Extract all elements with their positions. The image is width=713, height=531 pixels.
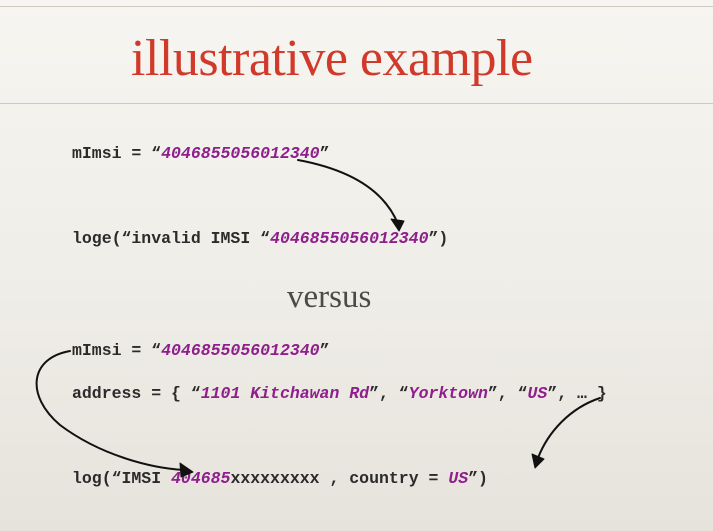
curved-arrow-icon <box>531 397 601 469</box>
code-text: mImsi = “ <box>72 144 162 163</box>
code-text: address = { “ <box>72 384 201 403</box>
title-rule <box>0 103 713 104</box>
city-value: Yorktown <box>408 384 488 403</box>
code-line-address: address = { “1101 Kitchawan Rd”, “Yorkto… <box>72 384 607 404</box>
code-text: loge(“invalid IMSI “ <box>72 229 271 248</box>
curved-arrow-icon <box>297 159 405 232</box>
top-rule <box>0 6 713 7</box>
country-value: US <box>527 384 548 403</box>
code-text: , country = <box>319 469 449 488</box>
code-text: ”) <box>468 469 488 488</box>
code-text: ”) <box>428 229 449 248</box>
versus-label: versus <box>287 279 372 315</box>
imsi-value: 4046855056012340 <box>270 229 429 248</box>
code-text: ” <box>319 144 330 163</box>
imsi-value: 4046855056012340 <box>161 341 320 360</box>
imsi-prefix-value: 404685 <box>171 469 231 488</box>
imsi-value: 4046855056012340 <box>161 144 320 163</box>
code-text: mImsi = “ <box>72 341 162 360</box>
code-text: log(“IMSI <box>72 469 172 488</box>
code-line-top-log: loge(“invalid IMSI “4046855056012340”) <box>72 229 448 249</box>
slide-title: illustrative example <box>131 30 533 87</box>
code-text: ”, … } <box>547 384 607 403</box>
masked-digits: xxxxxxxxx <box>230 469 320 488</box>
code-text: ” <box>319 341 330 360</box>
code-line-bottom-log: log(“IMSI 404685xxxxxxxxx , country = US… <box>72 469 488 489</box>
street-value: 1101 Kitchawan Rd <box>200 384 370 403</box>
code-line-bottom-assignment: mImsi = “4046855056012340” <box>72 341 329 361</box>
code-text: ”, “ <box>369 384 409 403</box>
code-line-top-assignment: mImsi = “4046855056012340” <box>72 144 329 164</box>
country-value: US <box>448 469 469 488</box>
code-text: ”, “ <box>487 384 528 403</box>
curved-arrow-icon <box>35 350 194 478</box>
